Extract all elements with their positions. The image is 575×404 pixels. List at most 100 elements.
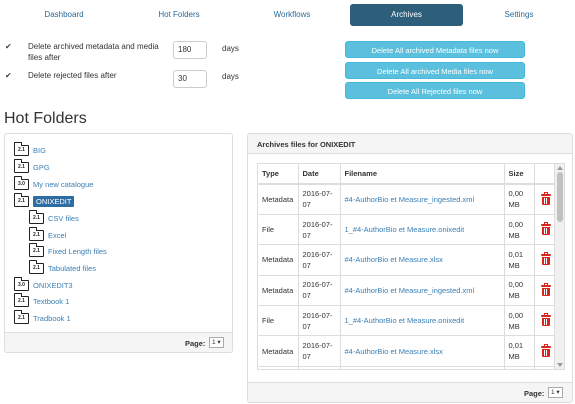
- cell-type: Metadata: [258, 275, 299, 307]
- tab-archives[interactable]: Archives: [350, 4, 463, 26]
- cell-filename[interactable]: #4-AuthorBio et Measure.xlsx: [340, 244, 505, 276]
- tree-item-label[interactable]: GPG: [33, 163, 50, 172]
- tree-item-label[interactable]: Fixed Length files: [48, 247, 107, 256]
- rejected-days-input[interactable]: 30: [173, 70, 207, 88]
- cell-date-line2: 07: [302, 291, 311, 301]
- tree-page-select[interactable]: 1 ▾: [209, 337, 224, 348]
- cell-type: Metadata: [258, 244, 299, 276]
- tab-settings[interactable]: Settings: [475, 4, 563, 26]
- trash-icon[interactable]: [540, 282, 551, 296]
- archives-page-select[interactable]: 1 ▾: [548, 387, 563, 398]
- archives-page-label: Page:: [524, 389, 545, 398]
- tree-item-label[interactable]: Textbook 1: [33, 297, 69, 306]
- delete-rejected-button[interactable]: Delete All Rejected files now: [345, 82, 525, 99]
- folder-version-badge: 3.0: [18, 281, 25, 288]
- table-row: Metadata 2016-07- 07 #4-AuthorBio et Measur…: [258, 335, 557, 367]
- folder-icon: 2.1: [28, 227, 44, 241]
- table-row: File 2016-07- 07 1_#4-AuthorBio et Measure.…: [258, 214, 557, 246]
- cell-size-line2: MB: [508, 230, 520, 240]
- cell-actions: [534, 244, 557, 276]
- folder-icon: 3.0: [13, 277, 29, 291]
- folder-version-badge: 2.1: [18, 163, 25, 170]
- delete-rejected-checkbox[interactable]: ✔: [5, 72, 13, 80]
- cell-date-line1: 2016-07-: [302, 280, 333, 290]
- delete-archived-checkbox[interactable]: ✔: [5, 43, 13, 51]
- scroll-thumb[interactable]: [557, 172, 563, 222]
- scroll-down-arrow[interactable]: [557, 363, 563, 367]
- folder-version-badge: 3.0: [18, 180, 25, 187]
- tree-item-label[interactable]: BIG: [33, 146, 46, 155]
- tree-item-label[interactable]: My new catalogue: [33, 180, 93, 189]
- tree-item-label[interactable]: Excel: [48, 231, 66, 240]
- table-row: Metadata2016-07-#1_ingested.xml0,00: [258, 366, 557, 369]
- trash-icon[interactable]: [540, 252, 551, 266]
- table-scrollbar[interactable]: [554, 164, 564, 369]
- tree-page-label: Page:: [185, 339, 206, 348]
- cell-filename[interactable]: 1_#4-AuthorBio et Measure.onixedit: [340, 305, 505, 337]
- cell-size-line1: 0,01: [508, 341, 524, 351]
- trash-icon[interactable]: [540, 222, 551, 236]
- folder-icon: 2.1: [13, 159, 29, 173]
- folder-version-badge: 2.1: [33, 214, 40, 221]
- cell-size-line1: 0,00: [508, 219, 524, 229]
- cell-date-line1: 2016-07-: [302, 249, 333, 259]
- folder-version-badge: 2.1: [33, 247, 40, 254]
- tree-item-label[interactable]: ONIXEDIT: [33, 195, 75, 207]
- tree-item[interactable]: 2.1 Textbook 1: [13, 293, 69, 308]
- tree-pagination: Page: 1 ▾: [5, 332, 232, 352]
- folder-version-badge: 2.1: [33, 231, 40, 238]
- cell-date: 2016-07- 07: [298, 335, 341, 367]
- cell-filename[interactable]: #1_ingested.xml: [340, 366, 505, 369]
- tab-hot-folders[interactable]: Hot Folders: [135, 4, 223, 26]
- trash-icon[interactable]: [540, 191, 551, 205]
- tree-item-label[interactable]: ONIXEDIT3: [33, 281, 73, 290]
- tree-item[interactable]: 2.1 CSV files: [28, 210, 79, 225]
- tree-item[interactable]: 2.1 Tabulated files: [28, 260, 96, 275]
- top-nav: Dashboard Hot Folders Workflows Archives…: [0, 0, 575, 30]
- column-header-actions: [534, 164, 557, 185]
- cell-size-line2: MB: [508, 352, 520, 362]
- scroll-up-arrow[interactable]: [557, 166, 563, 170]
- cell-filename[interactable]: 1_#4-AuthorBio et Measure.onixedit: [340, 214, 505, 246]
- tab-workflows[interactable]: Workflows: [248, 4, 336, 26]
- folder-version-badge: 2.1: [18, 297, 25, 304]
- trash-icon[interactable]: [540, 313, 551, 327]
- tree-item[interactable]: 2.1 GPG: [13, 159, 50, 174]
- folder-icon: 3.0: [13, 176, 29, 190]
- tab-dashboard[interactable]: Dashboard: [20, 4, 108, 26]
- cell-filename[interactable]: #4-AuthorBio et Measure.xlsx: [340, 335, 505, 367]
- cell-size: 0,00 MB: [504, 275, 535, 307]
- folder-icon: 2.1: [28, 260, 44, 274]
- cell-size-line2: MB: [508, 291, 520, 301]
- cell-size-line2: MB: [508, 321, 520, 331]
- tree-item[interactable]: 3.0 ONIXEDIT3: [13, 277, 73, 292]
- archives-panel: Archives files for ONIXEDIT Type Date Fi…: [247, 133, 573, 403]
- cell-type: Metadata: [258, 335, 299, 367]
- archives-table-wrapper[interactable]: Type Date Filename Size Metadata 2016-07-…: [257, 163, 565, 370]
- delete-metadata-button[interactable]: Delete All archived Metadata files now: [345, 41, 525, 58]
- cell-filename[interactable]: #4-AuthorBio et Measure_ingested.xml: [340, 184, 505, 215]
- tree-item[interactable]: 2.1 ONIXEDIT: [13, 193, 75, 208]
- tree-item[interactable]: 2.1 BIG: [13, 142, 46, 157]
- tree-item[interactable]: 2.1 Excel: [28, 227, 66, 242]
- cell-type: File: [258, 214, 299, 246]
- table-row: Metadata 2016-07- 07 #4-AuthorBio et Measur…: [258, 244, 557, 276]
- trash-icon[interactable]: [540, 343, 551, 357]
- tree-item[interactable]: 2.1 Fixed Length files: [28, 243, 107, 258]
- tree-item[interactable]: 3.0 My new catalogue: [13, 176, 93, 191]
- tree-item-label[interactable]: Tabulated files: [48, 264, 96, 273]
- tree-item[interactable]: 2.1 Tradbook 1: [13, 310, 71, 325]
- cell-date: 2016-07- 07: [298, 214, 341, 246]
- cell-date: 2016-07- 07: [298, 184, 341, 215]
- archived-days-input[interactable]: 180: [173, 41, 207, 59]
- folder-icon: 2.1: [13, 310, 29, 324]
- table-row: Metadata 2016-07- 07 #4-AuthorBio et Measur…: [258, 275, 557, 307]
- tree-item-label[interactable]: CSV files: [48, 214, 79, 223]
- cell-actions: [534, 366, 557, 369]
- cell-type: File: [258, 305, 299, 337]
- cell-size-line1: 0,00: [508, 280, 524, 290]
- tree-item-label[interactable]: Tradbook 1: [33, 314, 71, 323]
- delete-media-button[interactable]: Delete All archived Media files now: [345, 62, 525, 79]
- delete-rejected-label: Delete rejected files after: [28, 71, 117, 80]
- cell-filename[interactable]: #4-AuthorBio et Measure_ingested.xml: [340, 275, 505, 307]
